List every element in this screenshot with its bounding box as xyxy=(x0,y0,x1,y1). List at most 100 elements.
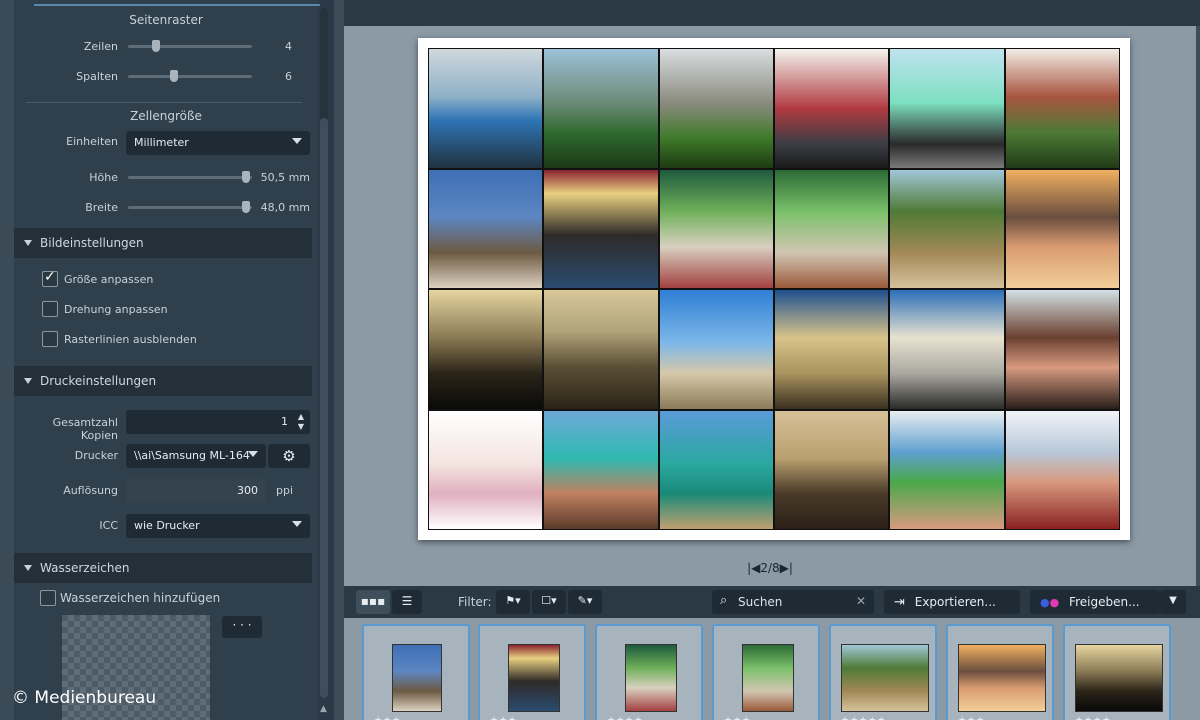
photo-cell[interactable] xyxy=(544,169,658,288)
panel-scrollbar[interactable] xyxy=(320,8,328,698)
filmstrip-item[interactable]: ★★★ xyxy=(712,624,820,720)
filmstrip-item[interactable]: ★★★ xyxy=(362,624,470,720)
photo-cell[interactable] xyxy=(890,49,1004,168)
print-settings-title: Druckeinstellungen xyxy=(40,374,157,388)
list-view-button[interactable]: ☰ xyxy=(392,590,422,614)
resolution-unit: ppi xyxy=(276,484,294,497)
height-slider-thumb[interactable] xyxy=(242,171,250,183)
filmstrip-item[interactable]: ★★★ xyxy=(946,624,1054,720)
scroll-up-icon[interactable]: ▲ xyxy=(320,704,327,714)
rating-stars[interactable]: ★★★ xyxy=(490,716,517,720)
photo-cell[interactable] xyxy=(775,290,889,409)
share-button[interactable]: ●● Freigeben... xyxy=(1030,590,1160,614)
filmstrip-item[interactable]: ★★★★ xyxy=(1063,624,1171,720)
page-navigator[interactable]: |◀2/8▶| xyxy=(344,550,1196,586)
share-icon-dot: ● xyxy=(1049,596,1060,609)
width-value: 48,0 mm xyxy=(260,201,310,214)
hide-gridlines-checkbox[interactable] xyxy=(42,331,58,347)
rows-slider[interactable] xyxy=(128,40,252,52)
photo-cell[interactable] xyxy=(775,169,889,288)
share-menu-button[interactable]: ▼ xyxy=(1160,590,1186,614)
photo-cell[interactable] xyxy=(429,169,543,288)
rating-stars[interactable]: ★★★ xyxy=(724,716,751,720)
photo-cell[interactable] xyxy=(429,49,543,168)
print-settings-header[interactable]: Druckeinstellungen xyxy=(14,366,312,396)
thumbnail-image xyxy=(742,644,794,712)
photo-cell[interactable] xyxy=(659,169,773,288)
photo-cell[interactable] xyxy=(659,290,773,409)
thumbnail-image xyxy=(841,644,929,712)
copies-label: Gesamtzahl Kopien xyxy=(52,416,118,442)
fit-size-label: Größe anpassen xyxy=(64,273,154,286)
photo-cell[interactable] xyxy=(544,49,658,168)
printer-select[interactable]: \\ai\Samsung ML-164 xyxy=(126,444,266,468)
cols-slider-thumb[interactable] xyxy=(170,70,178,82)
rows-slider-thumb[interactable] xyxy=(152,40,160,52)
rating-stars[interactable]: ★★★★ xyxy=(1075,716,1111,720)
export-button[interactable]: ⇥ Exportieren... xyxy=(884,590,1020,614)
export-icon: ⇥ xyxy=(894,595,905,610)
photo-cell[interactable] xyxy=(775,410,889,529)
rating-stars[interactable]: ★★★ xyxy=(374,716,401,720)
printer-settings-button[interactable]: ⚙ xyxy=(268,444,310,468)
width-label: Breite xyxy=(85,201,118,214)
search-input[interactable]: Suchen xyxy=(738,595,782,609)
photo-cell[interactable] xyxy=(1005,410,1119,529)
photo-cell[interactable] xyxy=(890,290,1004,409)
photo-cell[interactable] xyxy=(890,410,1004,529)
panel-scrollbar-thumb[interactable] xyxy=(320,118,328,698)
width-slider[interactable] xyxy=(128,201,252,213)
edit-filter-button[interactable]: ✎▾ xyxy=(568,590,602,614)
clear-icon[interactable]: ✕ xyxy=(856,594,866,608)
flag-icon: ⚑▾ xyxy=(505,594,521,607)
photo-cell[interactable] xyxy=(775,49,889,168)
watermark-header[interactable]: Wasserzeichen xyxy=(14,553,312,583)
filmstrip-toolbar: ▪▪▪ ☰ Filter: ⚑▾ ☐▾ ✎▾ ⌕ Suchen ✕ ⇥ Expo… xyxy=(344,586,1200,618)
chevron-down-icon xyxy=(292,521,302,527)
photo-cell[interactable] xyxy=(890,169,1004,288)
chevron-down-icon: ▼ xyxy=(1169,595,1177,606)
gear-icon: ⚙ xyxy=(282,447,296,465)
photo-cell[interactable] xyxy=(429,410,543,529)
photo-cell[interactable] xyxy=(659,49,773,168)
width-slider-thumb[interactable] xyxy=(242,201,250,213)
cell-size-title: Zellengröße xyxy=(130,109,202,123)
rating-stars[interactable]: ★★★★★ xyxy=(841,716,886,720)
photo-cell[interactable] xyxy=(1005,169,1119,288)
resolution-input[interactable]: 300 xyxy=(126,479,266,503)
photo-cell[interactable] xyxy=(429,290,543,409)
photo-cell[interactable] xyxy=(659,410,773,529)
page-indicator[interactable]: |◀2/8▶| xyxy=(747,561,793,575)
fit-rotation-checkbox[interactable] xyxy=(42,301,58,317)
watermark-more-button[interactable]: · · · xyxy=(222,616,262,638)
units-select[interactable]: Millimeter xyxy=(126,131,310,155)
color-filter-button[interactable]: ☐▾ xyxy=(532,590,566,614)
fit-size-checkbox[interactable] xyxy=(42,269,58,287)
filmstrip-item[interactable]: ★★★★★ xyxy=(829,624,937,720)
photo-cell[interactable] xyxy=(1005,49,1119,168)
add-watermark-checkbox[interactable] xyxy=(40,590,56,606)
filmstrip-item[interactable]: ★★★ xyxy=(478,624,586,720)
divider xyxy=(26,102,302,103)
pencil-icon: ✎▾ xyxy=(577,594,593,607)
flag-filter-button[interactable]: ⚑▾ xyxy=(496,590,530,614)
watermark-title: Wasserzeichen xyxy=(40,561,130,575)
copyright-watermark: © Medienbureau xyxy=(12,688,157,708)
grid-view-icon: ▪▪▪ xyxy=(360,594,386,608)
image-settings-header[interactable]: Bildeinstellungen xyxy=(14,228,312,258)
search-field[interactable]: ⌕ Suchen ✕ xyxy=(712,590,874,614)
photo-cell[interactable] xyxy=(544,410,658,529)
rating-stars[interactable]: ★★★ xyxy=(958,716,985,720)
photo-cell[interactable] xyxy=(1005,290,1119,409)
copies-stepper[interactable]: 1 ▲ ▼ xyxy=(126,410,310,434)
rating-stars[interactable]: ★★★★ xyxy=(607,716,643,720)
height-slider[interactable] xyxy=(128,171,252,183)
photo-cell[interactable] xyxy=(544,290,658,409)
rows-value: 4 xyxy=(285,40,292,53)
stepper-arrows-icon[interactable]: ▲ ▼ xyxy=(298,412,304,432)
filmstrip-item[interactable]: ★★★★ xyxy=(595,624,703,720)
icc-select[interactable]: wie Drucker xyxy=(126,514,310,538)
grid-view-button[interactable]: ▪▪▪ xyxy=(356,590,390,614)
print-page xyxy=(418,38,1130,540)
cols-slider[interactable] xyxy=(128,70,252,82)
